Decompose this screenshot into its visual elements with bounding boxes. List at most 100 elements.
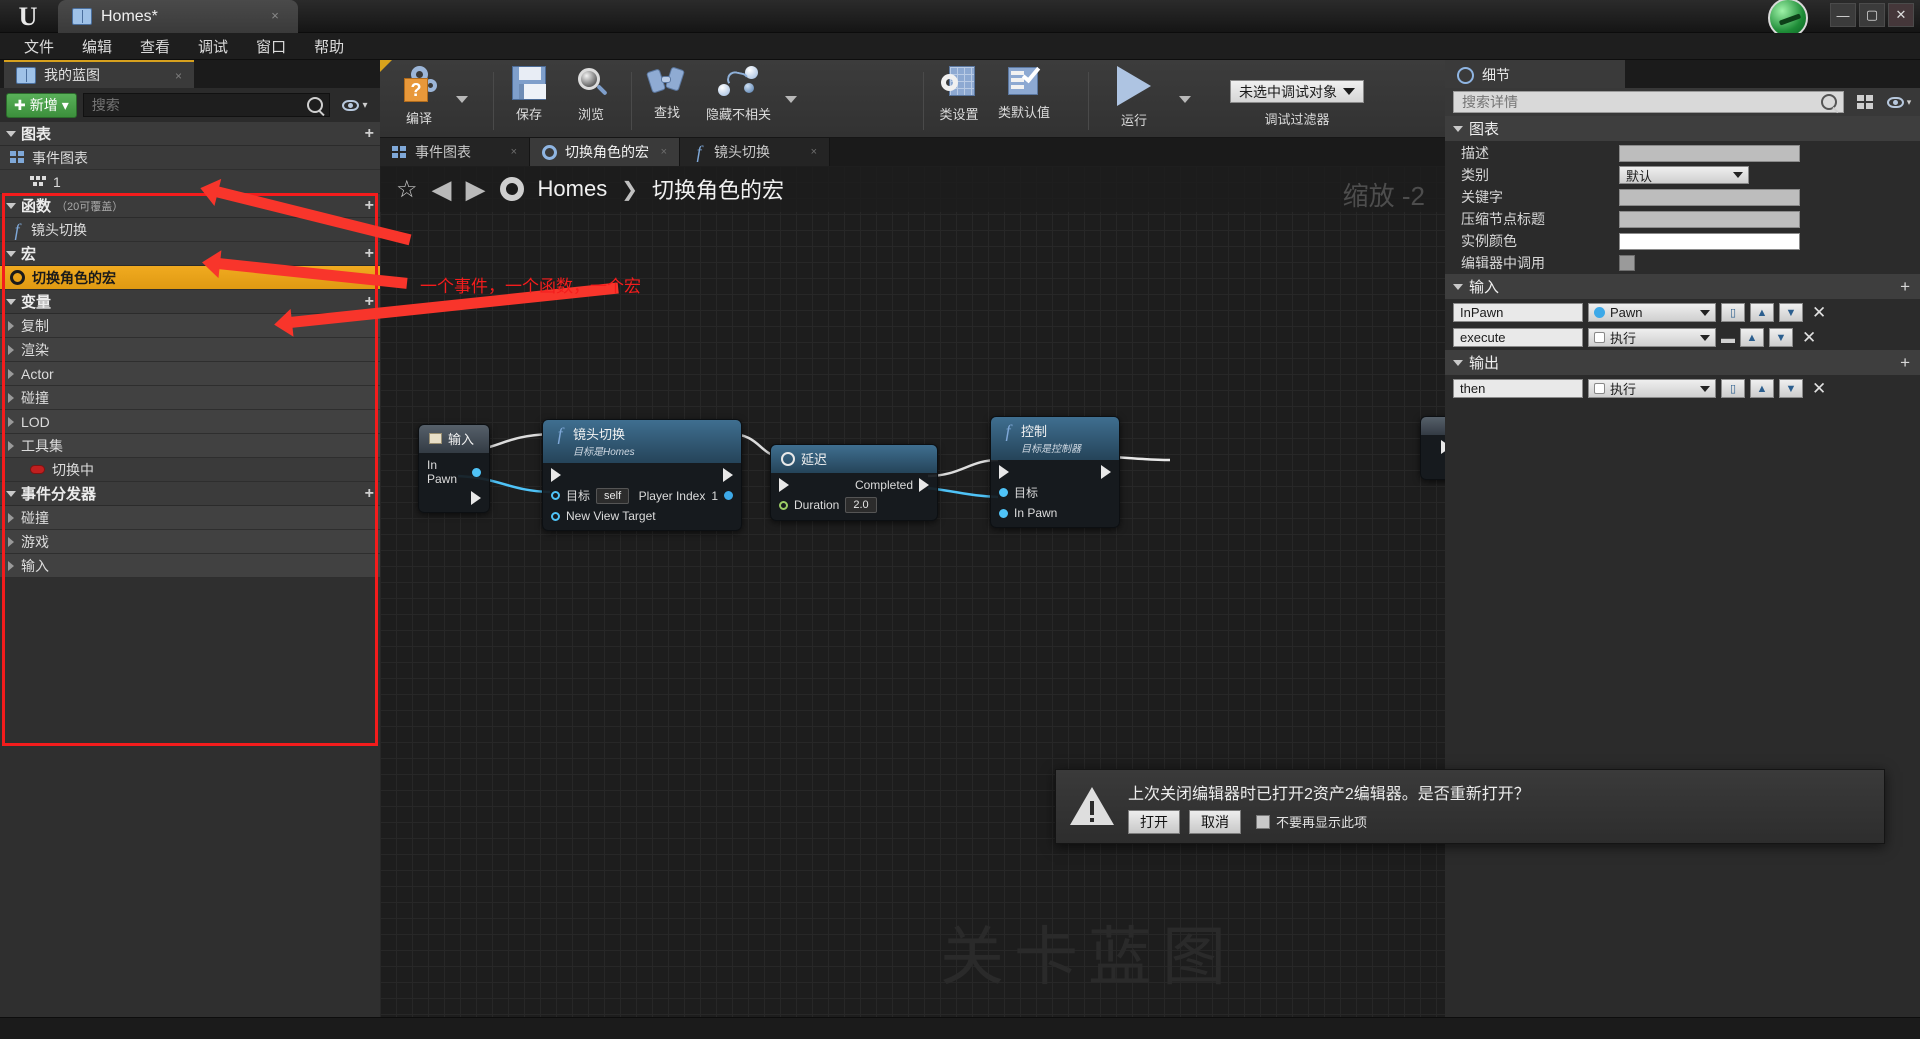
tree-section-add-button[interactable]: + — [365, 485, 374, 503]
chevron-down-icon[interactable] — [6, 130, 16, 137]
tree-section-add-button[interactable]: + — [365, 245, 374, 263]
visibility-toggle-button[interactable]: ▾ — [336, 93, 374, 117]
graph-tab-1[interactable]: 切换角色的宏 × — [530, 138, 680, 166]
dialog-cancel-button[interactable]: 取消 — [1189, 809, 1241, 834]
param-move-up-button[interactable]: ▲ — [1740, 328, 1764, 347]
tree-item-0-0[interactable]: 事件图表 — [0, 146, 380, 170]
nav-back-icon[interactable]: ◀ — [432, 174, 452, 205]
node-possess-exec-row[interactable] — [999, 465, 1111, 479]
graph-tab-bar[interactable]: 事件图表 × 切换角色的宏 × f 镜头切换 × — [380, 138, 1445, 166]
param-row-1-0[interactable]: InPawn Pawn ▯ ▲ ▼ ✕ — [1445, 300, 1920, 325]
param-type-select[interactable]: 执行 — [1588, 328, 1716, 347]
exec-out-pin-icon[interactable] — [723, 468, 733, 482]
menu-item-window[interactable]: 窗口 — [242, 32, 300, 61]
tree-section-add-button[interactable]: + — [365, 125, 374, 143]
compile-options-chevron-down-icon[interactable] — [456, 95, 468, 103]
param-move-down-button[interactable]: ▼ — [1779, 303, 1803, 322]
pin-duration-dot-icon[interactable] — [779, 500, 788, 510]
property-row-0-0[interactable]: 描述 — [1445, 142, 1920, 164]
node-exec-row[interactable] — [551, 468, 733, 482]
node-camera-switch[interactable]: f 镜头切换 目标是Homes 目标 self Player Index 1 N… — [542, 419, 742, 531]
property-combo[interactable]: 默认 — [1619, 166, 1749, 184]
pin-new-view-target-dot-icon[interactable] — [551, 511, 560, 521]
play-button[interactable]: 运行 — [1095, 62, 1173, 136]
details-section-add-button[interactable]: + — [1900, 353, 1910, 373]
class-settings-button[interactable]: 类设置 — [928, 62, 990, 136]
hide-unrelated-button[interactable]: 隐藏不相关 — [698, 62, 779, 136]
pin-duration[interactable]: Duration 2.0 — [779, 497, 929, 513]
exec-in-pin-icon[interactable] — [999, 465, 1009, 479]
property-row-0-1[interactable]: 类别 默认 — [1445, 164, 1920, 186]
pin-possess-target[interactable]: 目标 — [999, 484, 1111, 501]
save-button[interactable]: 保存 — [498, 62, 560, 136]
menu-item-edit[interactable]: 编辑 — [68, 32, 126, 61]
details-search-input[interactable] — [1462, 94, 1843, 110]
hide-unrelated-chevron-down-icon[interactable] — [785, 95, 798, 103]
class-defaults-button[interactable]: 类默认值 — [990, 62, 1058, 136]
graph-tab-close-icon[interactable]: × — [511, 146, 517, 158]
dialog-dont-show-checkbox[interactable]: 不要再显示此项 — [1256, 812, 1367, 831]
param-container-button[interactable]: ▯ — [1721, 303, 1745, 322]
details-search-box[interactable] — [1453, 91, 1844, 113]
exec-completed-pin-icon[interactable] — [919, 478, 929, 492]
param-type-select[interactable]: 执行 — [1588, 379, 1716, 398]
reopen-assets-dialog[interactable]: 上次关闭编辑器时已打开2资产2编辑器。是否重新打开？ 打开 取消 不要再显示此项 — [1055, 769, 1885, 844]
checkbox-icon[interactable] — [1256, 814, 1270, 829]
compile-button[interactable]: ? 编译 — [388, 62, 450, 136]
property-checkbox[interactable] — [1619, 255, 1635, 271]
pin-new-view-target[interactable]: New View Target — [551, 509, 733, 523]
chevron-right-icon[interactable] — [8, 512, 14, 523]
chevron-down-icon[interactable] — [6, 490, 16, 497]
pin-in-pawn[interactable]: In Pawn — [427, 458, 481, 486]
favorite-star-icon[interactable]: ☆ — [396, 175, 418, 204]
dialog-confirm-button[interactable]: 打开 — [1128, 809, 1180, 834]
property-row-0-5[interactable]: 编辑器中调用 — [1445, 252, 1920, 274]
param-name-field[interactable]: then — [1453, 379, 1583, 398]
param-move-down-button[interactable]: ▼ — [1769, 328, 1793, 347]
param-move-up-button[interactable]: ▲ — [1750, 303, 1774, 322]
close-button[interactable]: ✕ — [1888, 3, 1914, 27]
document-tab-homes[interactable]: Homes* × — [58, 0, 298, 33]
pin-in-pawn-dot-icon[interactable] — [472, 467, 481, 477]
tab-details[interactable]: 细节 — [1445, 60, 1625, 88]
property-text-field[interactable] — [1619, 188, 1800, 206]
param-row-2-0[interactable]: then 执行 ▯ ▲ ▼ ✕ — [1445, 376, 1920, 401]
property-row-0-4[interactable]: 实例颜色 — [1445, 230, 1920, 252]
param-move-up-button[interactable]: ▲ — [1750, 379, 1774, 398]
details-section-1[interactable]: 输入 + — [1445, 274, 1920, 300]
property-text-field[interactable] — [1619, 210, 1800, 228]
param-delete-button[interactable]: ✕ — [1812, 303, 1826, 323]
param-delete-button[interactable]: ✕ — [1812, 379, 1826, 399]
details-section-2[interactable]: 输出 + — [1445, 350, 1920, 376]
chevron-right-icon[interactable] — [8, 344, 14, 355]
chevron-right-icon[interactable] — [8, 392, 14, 403]
pin-possess-in-pawn[interactable]: In Pawn — [999, 506, 1111, 520]
param-type-select[interactable]: Pawn — [1588, 303, 1716, 322]
my-blueprint-tree[interactable]: 图表 + 事件图表 1 函数 （20可覆盖） + f 镜头切换宏 + 切换角色的宏 变量 + 复制 渲染 Ac… — [0, 122, 380, 1039]
nav-forward-icon[interactable]: ▶ — [466, 174, 486, 205]
exec-in-pin-icon[interactable] — [779, 478, 789, 492]
tree-section-2[interactable]: 宏 + — [0, 242, 380, 266]
property-row-0-2[interactable]: 关键字 — [1445, 186, 1920, 208]
chevron-down-icon[interactable] — [6, 298, 16, 305]
browse-button[interactable]: 浏览 — [560, 62, 622, 136]
property-row-0-3[interactable]: 压缩节点标题 — [1445, 208, 1920, 230]
details-content[interactable]: 图表 描述 类别 默认 关键字 压缩节点标题 实例颜色 编辑器中调用 输入 + InPawn Pawn… — [1445, 116, 1920, 401]
play-options-chevron-down-icon[interactable] — [1179, 95, 1191, 103]
chevron-down-icon[interactable] — [1453, 125, 1463, 132]
property-color-swatch[interactable] — [1619, 232, 1800, 250]
tree-item-3-5[interactable]: 工具集 — [0, 434, 380, 458]
blueprint-search-box[interactable] — [82, 93, 330, 117]
graph-tab-2[interactable]: f 镜头切换 × — [680, 138, 830, 166]
tree-item-3-4[interactable]: LOD — [0, 410, 380, 434]
tree-item-3-3[interactable]: 碰撞 — [0, 386, 380, 410]
details-section-0[interactable]: 图表 — [1445, 116, 1920, 142]
pin-duration-value[interactable]: 2.0 — [845, 497, 877, 513]
menu-item-view[interactable]: 查看 — [126, 32, 184, 61]
graph-tab-0[interactable]: 事件图表 × — [380, 138, 530, 166]
tab-my-blueprint[interactable]: 我的蓝图 × — [4, 60, 194, 88]
chevron-down-icon[interactable] — [6, 250, 16, 257]
blueprint-search-input[interactable] — [91, 97, 329, 113]
exec-out-pin-icon[interactable] — [1101, 465, 1111, 479]
pin-target-dot-icon[interactable] — [551, 491, 560, 500]
